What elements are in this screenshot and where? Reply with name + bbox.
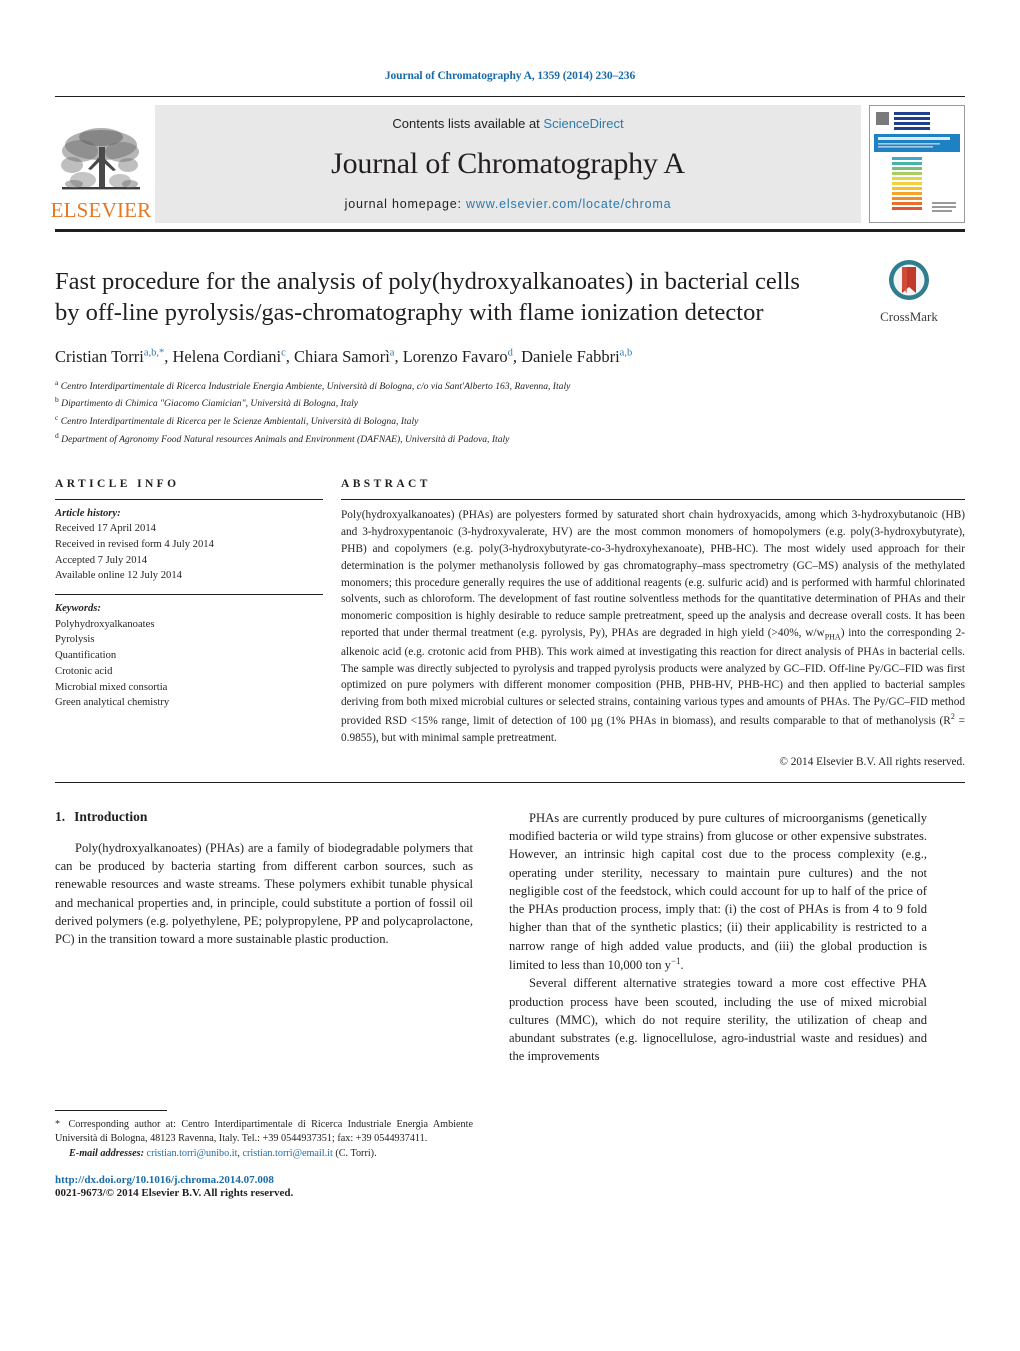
article-info-heading: ARTICLE INFO xyxy=(55,477,180,490)
keywords-label: Keywords: xyxy=(55,603,101,615)
paragraph: PHAs are currently produced by pure cult… xyxy=(509,809,927,974)
article-history-block: Article history: Received 17 April 2014 … xyxy=(55,500,323,594)
keyword-item: Green analytical chemistry xyxy=(55,697,170,709)
running-head: Journal of Chromatography A, 1359 (2014)… xyxy=(384,70,636,82)
email-label: E-mail addresses: xyxy=(69,1147,144,1159)
author-affil-mark: a,b, xyxy=(143,347,159,359)
email-owner: (C. Torri). xyxy=(332,1147,377,1159)
abstract-bottom-rule xyxy=(55,781,965,783)
crossmark-icon xyxy=(889,260,929,300)
abstract-column: ABSTRACT Poly(hydroxyalkanoates) (PHAs) … xyxy=(323,478,965,768)
author-name: Cristian Torri xyxy=(55,346,144,366)
contents-prefix: Contents lists available at xyxy=(392,116,544,131)
journal-title: Journal of Chromatography A xyxy=(331,147,685,180)
corresponding-author-note: * Corresponding author at: Centro Interd… xyxy=(55,1118,473,1147)
history-item: Available online 12 July 2014 xyxy=(55,570,182,582)
crossmark-label: CrossMark xyxy=(880,309,938,324)
contents-lists-line: Contents lists available at ScienceDirec… xyxy=(392,116,623,131)
elsevier-tree-icon xyxy=(61,128,140,190)
abstract-part-1: Poly(hydroxyalkanoates) (PHAs) are polye… xyxy=(341,508,965,640)
affiliation-item: d Department of Agronomy Food Natural re… xyxy=(55,430,965,448)
keyword-item: Pyrolysis xyxy=(55,634,95,646)
affiliation-item: a Centro Interdipartimentale di Ricerca … xyxy=(55,377,965,395)
section-number: 1. xyxy=(55,808,66,824)
issn-copyright: 0021-9673/© 2014 Elsevier B.V. All right… xyxy=(55,1186,294,1199)
crossmark-badge[interactable]: CrossMark xyxy=(849,258,969,325)
footnote-text: Corresponding author at: Centro Interdip… xyxy=(55,1118,473,1145)
homepage-prefix: journal homepage: xyxy=(344,197,467,211)
affiliation-text: Centro Interdipartimentale di Ricerca In… xyxy=(60,380,571,392)
masthead-center-panel: Contents lists available at ScienceDirec… xyxy=(155,105,861,223)
author-affil-mark: a xyxy=(389,347,395,359)
paragraph-text-a: PHAs are currently produced by pure cult… xyxy=(509,810,927,973)
keywords-block: Keywords: Polyhydroxyalkanoates Pyrolysi… xyxy=(55,595,323,711)
info-abstract-region: ARTICLE INFO Article history: Received 1… xyxy=(55,478,965,768)
affiliation-text: Department of Agronomy Food Natural reso… xyxy=(61,434,510,446)
elsevier-wordmark: ELSEVIER xyxy=(50,198,152,222)
abstract-subscript-pha: PHA xyxy=(824,632,841,642)
article-history-label: Article history: xyxy=(55,507,121,519)
journal-article-page: Journal of Chromatography A, 1359 (2014)… xyxy=(0,0,1020,1351)
history-item: Received in revised form 4 July 2014 xyxy=(55,539,214,551)
journal-cover-image xyxy=(870,106,964,222)
footnote-region: * Corresponding author at: Centro Interd… xyxy=(55,1109,473,1199)
section-title: Introduction xyxy=(74,808,148,824)
author-list: Cristian Torria,b,*, Helena Cordianic, C… xyxy=(55,346,633,366)
affiliation-text: Centro Interdipartimentale di Ricerca pe… xyxy=(60,416,419,428)
keyword-item: Quantification xyxy=(55,650,117,662)
footnote-divider xyxy=(55,1109,167,1111)
sciencedirect-link[interactable]: ScienceDirect xyxy=(543,116,623,131)
abstract-body: Poly(hydroxyalkanoates) (PHAs) are polye… xyxy=(341,500,965,747)
journal-homepage-line: journal homepage: www.elsevier.com/locat… xyxy=(345,197,672,211)
keyword-item: Polyhydroxyalkanoates xyxy=(55,618,155,630)
history-item: Received 17 April 2014 xyxy=(55,523,156,535)
abstract-copyright: © 2014 Elsevier B.V. All rights reserved… xyxy=(779,755,965,768)
article-info-column: ARTICLE INFO Article history: Received 1… xyxy=(55,478,323,768)
paragraph-text-b: . xyxy=(680,958,684,973)
paragraph: Several different alternative strategies… xyxy=(509,976,927,1064)
section-heading-introduction: 1. Introduction xyxy=(55,809,473,825)
masthead-bottom-rule xyxy=(55,229,965,232)
history-item: Accepted 7 July 2014 xyxy=(55,554,148,566)
affiliation-text: Dipartimento di Chimica "Giacomo Ciamici… xyxy=(61,398,359,410)
journal-cover-thumbnail xyxy=(869,105,965,223)
email-link-secondary[interactable]: cristian.torri@email.it xyxy=(243,1148,333,1159)
doi-link[interactable]: http://dx.doi.org/10.1016/j.chroma.2014.… xyxy=(55,1174,473,1186)
author-name: Daniele Fabbri xyxy=(521,346,620,366)
title-block: CrossMark Fast procedure for the analysi… xyxy=(55,260,965,448)
affiliation-list: a Centro Interdipartimentale di Ricerca … xyxy=(55,377,965,448)
body-column-left: 1. Introduction Poly(hydroxyalkanoates) (… xyxy=(55,809,473,1199)
affiliation-mark: a xyxy=(55,377,59,387)
author-affil-mark: a,b xyxy=(619,347,633,359)
keyword-item: Crotonic acid xyxy=(55,665,113,677)
affiliation-item: b Dipartimento di Chimica "Giacomo Ciami… xyxy=(55,394,965,412)
footnote-star: * xyxy=(55,1118,61,1130)
author-name: Helena Cordiani xyxy=(172,346,282,366)
abstract-part-2: ) into the corresponding 2-alkenoic acid… xyxy=(341,627,965,728)
journal-masthead: ELSEVIER Contents lists available at Sci… xyxy=(51,96,965,223)
journal-homepage-link[interactable]: www.elsevier.com/locate/chroma xyxy=(466,197,671,211)
affiliation-mark: c xyxy=(55,413,59,423)
author-affil-mark: d xyxy=(507,347,513,359)
author-name: Lorenzo Favaro xyxy=(402,346,508,366)
exponent-per-year: −1 xyxy=(670,955,681,966)
affiliation-item: c Centro Interdipartimentale di Ricerca … xyxy=(55,412,965,430)
body-columns: 1. Introduction Poly(hydroxyalkanoates) (… xyxy=(55,809,965,1199)
paragraph: Poly(hydroxyalkanoates) (PHAs) are a fam… xyxy=(55,840,473,947)
page-title: Fast procedure for the analysis of poly(… xyxy=(55,268,800,327)
abstract-heading: ABSTRACT xyxy=(341,477,431,490)
author-name: Chiara Samorì xyxy=(294,346,390,366)
body-column-right: PHAs are currently produced by pure cult… xyxy=(509,809,927,1199)
affiliation-mark: b xyxy=(55,395,59,405)
affiliation-mark: d xyxy=(55,431,59,441)
author-affil-mark: c xyxy=(281,347,286,359)
email-link-primary[interactable]: cristian.torri@unibo.it xyxy=(147,1148,238,1159)
keyword-item: Microbial mixed consortia xyxy=(55,681,168,693)
corresponding-author-star[interactable]: * xyxy=(159,347,164,358)
email-note: E-mail addresses: cristian.torri@unibo.i… xyxy=(55,1147,473,1161)
elsevier-logo: ELSEVIER xyxy=(51,105,151,223)
